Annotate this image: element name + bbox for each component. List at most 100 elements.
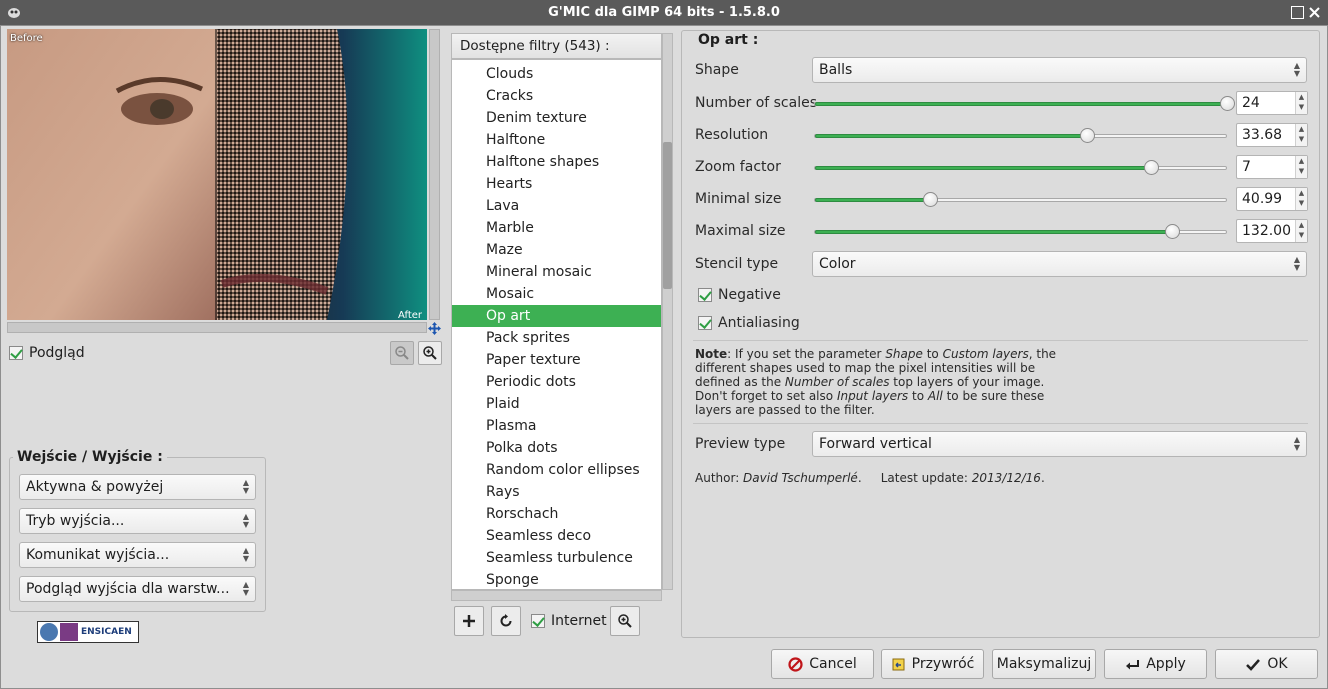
io-preview-output-combo[interactable]: Podgląd wyjścia dla warstw... ▲ ▼ <box>19 576 256 602</box>
reset-button[interactable]: Przywróć <box>881 649 984 679</box>
io-output-message-combo[interactable]: Komunikat wyjścia... ▲ ▼ <box>19 542 256 568</box>
zoom-in-icon <box>618 614 632 628</box>
spin-arrows-icon[interactable]: ▲ ▼ <box>1295 124 1307 146</box>
separator <box>693 423 1308 424</box>
filter-list-item[interactable]: Polka dots <box>452 437 661 459</box>
cancel-icon <box>788 656 803 672</box>
slider-handle[interactable] <box>1144 160 1159 175</box>
internet-toggle[interactable]: Internet <box>531 613 607 629</box>
filter-list-item[interactable]: Lava <box>452 195 661 217</box>
zoom-out-button[interactable] <box>390 341 414 365</box>
spin-arrows-icon[interactable]: ▲ ▼ <box>1295 156 1307 178</box>
io-group-title: Wejście / Wyjście : <box>13 449 167 465</box>
filter-list-item[interactable]: Clouds <box>452 63 661 85</box>
spin-arrows-icon[interactable]: ▲ ▼ <box>1295 220 1307 242</box>
maximize-button[interactable]: Maksymalizuj <box>992 649 1096 679</box>
negative-checkbox[interactable] <box>698 288 712 302</box>
filter-list-item[interactable]: Periodic dots <box>452 371 661 393</box>
filters-vertical-scrollbar[interactable] <box>662 33 673 590</box>
slider-fill <box>815 166 1152 170</box>
filter-list-item[interactable]: Seamless turbulence <box>452 547 661 569</box>
zoom-in-button[interactable] <box>418 341 442 365</box>
io-input-layers-combo[interactable]: Aktywna & powyżej ▲ ▼ <box>19 474 256 500</box>
add-filter-button[interactable] <box>454 606 484 636</box>
wilber-icon[interactable] <box>6 6 22 19</box>
slider-handle[interactable] <box>923 192 938 207</box>
slider-track[interactable] <box>814 160 1227 175</box>
slider-label: Zoom factor <box>695 159 781 175</box>
preview-checkbox-label: Podgląd <box>29 345 85 361</box>
stencil-type-combo[interactable]: Color ▲ ▼ <box>812 251 1307 277</box>
filter-list-item[interactable]: Plaid <box>452 393 661 415</box>
filter-list-item[interactable]: Denim texture <box>452 107 661 129</box>
preview-image[interactable]: Before After <box>7 29 427 320</box>
filter-list-item[interactable]: Hearts <box>452 173 661 195</box>
parameters-panel <box>681 30 1320 638</box>
shape-label: Shape <box>695 62 739 78</box>
preview-horizontal-scrollbar[interactable] <box>7 322 427 333</box>
slider-track[interactable] <box>814 128 1227 143</box>
filter-list-item[interactable]: Maze <box>452 239 661 261</box>
filter-list-item[interactable]: Plasma <box>452 415 661 437</box>
filters-scroll-thumb[interactable] <box>663 142 672 289</box>
filter-list-item[interactable]: Halftone <box>452 129 661 151</box>
move-arrows-icon[interactable] <box>427 321 442 336</box>
slider-track[interactable] <box>814 224 1227 239</box>
filter-list-item[interactable]: Rays <box>452 481 661 503</box>
filter-list-item[interactable]: Halftone shapes <box>452 151 661 173</box>
slider-value-spinbox[interactable]: 132.00 ▲ ▼ <box>1236 219 1308 243</box>
antialiasing-checkbox[interactable] <box>698 316 712 330</box>
ok-button[interactable]: OK <box>1215 649 1318 679</box>
io-output-mode-combo[interactable]: Tryb wyjścia... ▲ ▼ <box>19 508 256 534</box>
refresh-icon <box>500 614 512 627</box>
window-title: G'MIC dla GIMP 64 bits - 1.5.8.0 <box>548 5 780 20</box>
filter-list-item[interactable]: Paper texture <box>452 349 661 371</box>
slider-value-spinbox[interactable]: 40.99 ▲ ▼ <box>1236 187 1308 211</box>
filter-list-item[interactable]: Cracks <box>452 85 661 107</box>
antialiasing-toggle[interactable]: Antialiasing <box>698 315 800 331</box>
slider-value: 40.99 <box>1242 191 1283 207</box>
filter-list-item[interactable]: Rorschach <box>452 503 661 525</box>
slider-value-spinbox[interactable]: 24 ▲ ▼ <box>1236 91 1308 115</box>
close-icon[interactable] <box>1308 6 1321 19</box>
apply-button[interactable]: Apply <box>1104 649 1207 679</box>
author-info: Author: David Tschumperlé. Latest update… <box>695 471 1045 485</box>
refresh-filters-button[interactable] <box>491 606 521 636</box>
filters-horizontal-scrollbar[interactable] <box>451 590 662 601</box>
spin-arrows-icon[interactable]: ▲ ▼ <box>1295 188 1307 210</box>
internet-checkbox[interactable] <box>531 614 545 628</box>
preview-vertical-scrollbar[interactable] <box>429 29 440 320</box>
slider-handle[interactable] <box>1080 128 1095 143</box>
filter-list-item[interactable]: Mosaic <box>452 283 661 305</box>
shape-combo[interactable]: Balls ▲ ▼ <box>812 57 1307 83</box>
maximize-icon[interactable] <box>1291 6 1304 19</box>
slider-value-spinbox[interactable]: 7 ▲ ▼ <box>1236 155 1308 179</box>
slider-track[interactable] <box>814 96 1235 111</box>
slider-value: 33.68 <box>1242 127 1283 143</box>
filter-list-item[interactable]: Marble <box>452 217 661 239</box>
filter-list-item[interactable]: Op art <box>452 305 661 327</box>
slider-handle[interactable] <box>1165 224 1180 239</box>
slider-handle[interactable] <box>1220 96 1235 111</box>
filter-list-item[interactable]: Random color ellipses <box>452 459 661 481</box>
filter-list-item[interactable]: Mineral mosaic <box>452 261 661 283</box>
slider-value-spinbox[interactable]: 33.68 ▲ ▼ <box>1236 123 1308 147</box>
add-icon <box>463 615 475 627</box>
preview-checkbox[interactable] <box>9 346 23 360</box>
filters-header[interactable]: Dostępne filtry (543) : <box>451 33 662 59</box>
preview-toggle[interactable]: Podgląd <box>9 345 85 361</box>
filter-list-item[interactable]: Seamless deco <box>452 525 661 547</box>
preview-type-combo[interactable]: Forward vertical ▲ ▼ <box>812 431 1307 457</box>
spin-arrows-icon[interactable]: ▲ ▼ <box>1295 92 1307 114</box>
filter-zoom-button[interactable] <box>610 606 640 636</box>
filter-list-item[interactable]: Pack sprites <box>452 327 661 349</box>
logo-badge-icon <box>40 623 58 641</box>
filter-list-item[interactable]: Sponge <box>452 569 661 589</box>
slider-track[interactable] <box>814 192 1227 207</box>
filters-list[interactable]: Clouds Cracks Denim texture Halftone Halfton… <box>451 59 662 590</box>
cancel-button[interactable]: Cancel <box>771 649 874 679</box>
preview-type-label: Preview type <box>695 436 786 452</box>
negative-toggle[interactable]: Negative <box>698 287 781 303</box>
slider-value: 7 <box>1242 159 1251 175</box>
preview-canvas: Before After <box>7 29 427 320</box>
